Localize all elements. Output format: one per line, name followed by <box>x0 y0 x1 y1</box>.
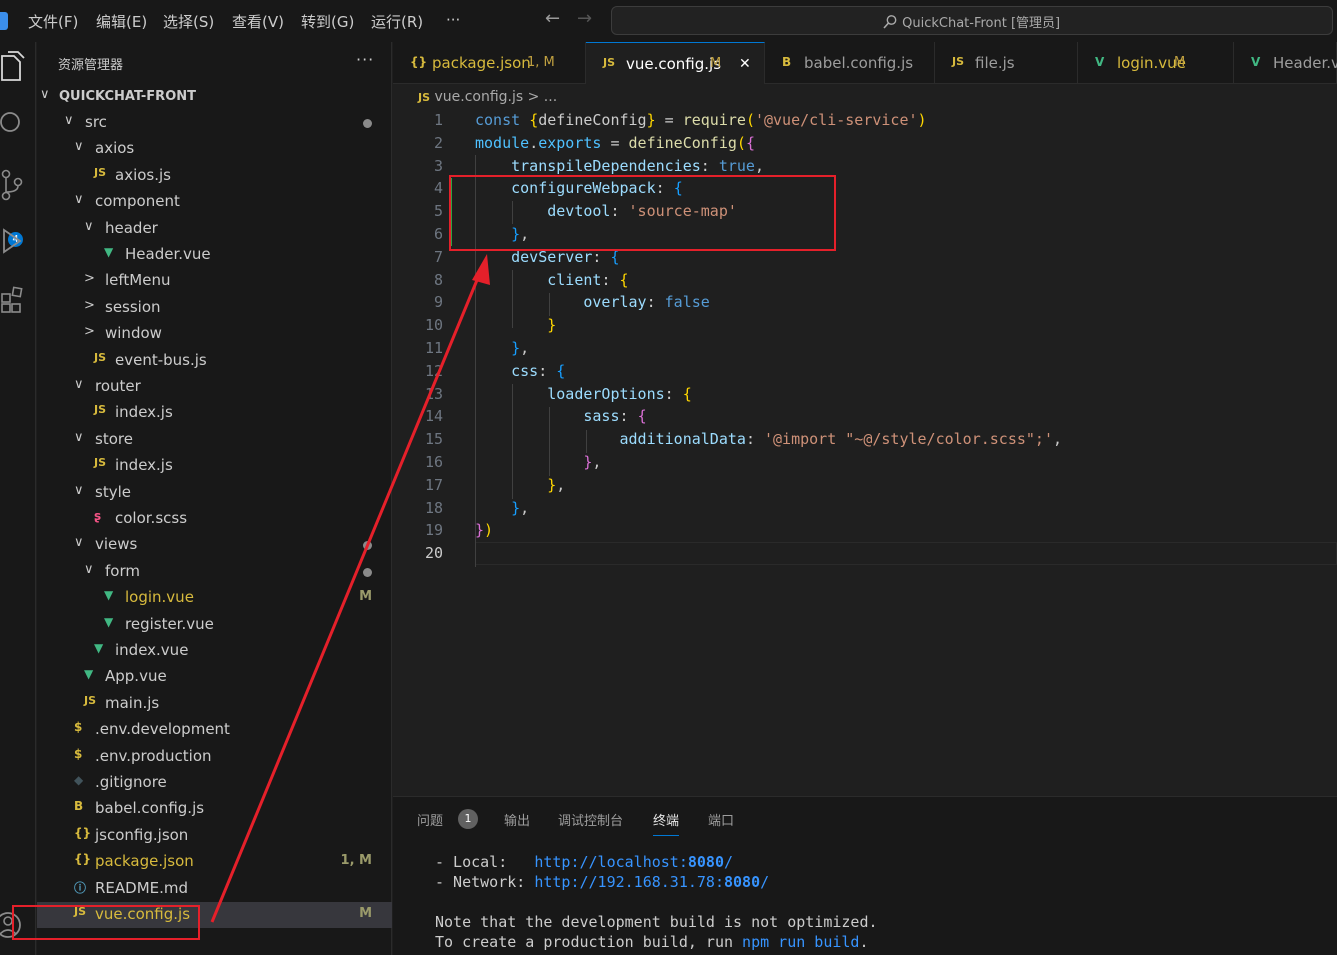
annotation-arrow-icon <box>210 254 490 923</box>
